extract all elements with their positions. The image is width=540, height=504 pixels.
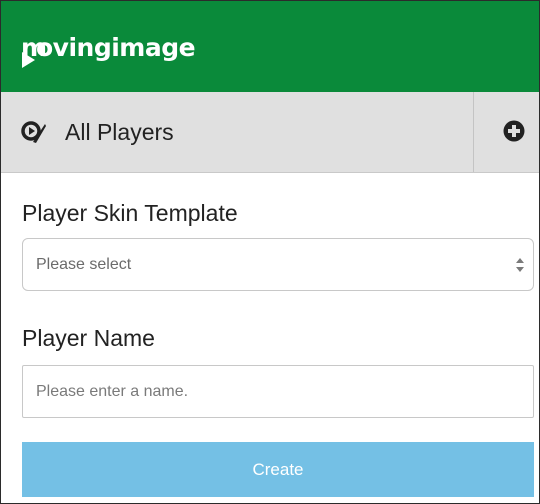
skin-template-select[interactable]: Please select	[22, 238, 534, 291]
brand-header: ovingimage m	[1, 1, 539, 92]
all-players-label: All Players	[65, 119, 174, 145]
create-button[interactable]: Create	[22, 442, 534, 497]
player-panel: ovingimage m All Players Player Skin Tem…	[0, 0, 540, 504]
select-arrows-icon	[516, 258, 524, 272]
logo-text: ovingimage	[36, 33, 196, 62]
player-name-label: Player Name	[22, 325, 155, 351]
add-player-button[interactable]	[474, 92, 539, 172]
plus-circle-icon	[503, 120, 525, 142]
player-name-input[interactable]	[22, 365, 534, 418]
movingimage-logo: ovingimage m	[21, 33, 196, 73]
players-toolbar: All Players	[1, 92, 539, 173]
skin-template-label: Player Skin Template	[22, 200, 238, 226]
skin-template-value: Please select	[36, 256, 132, 273]
players-icon	[21, 120, 47, 146]
all-players-tab[interactable]: All Players	[1, 92, 473, 172]
logo-initial: m	[21, 33, 47, 62]
